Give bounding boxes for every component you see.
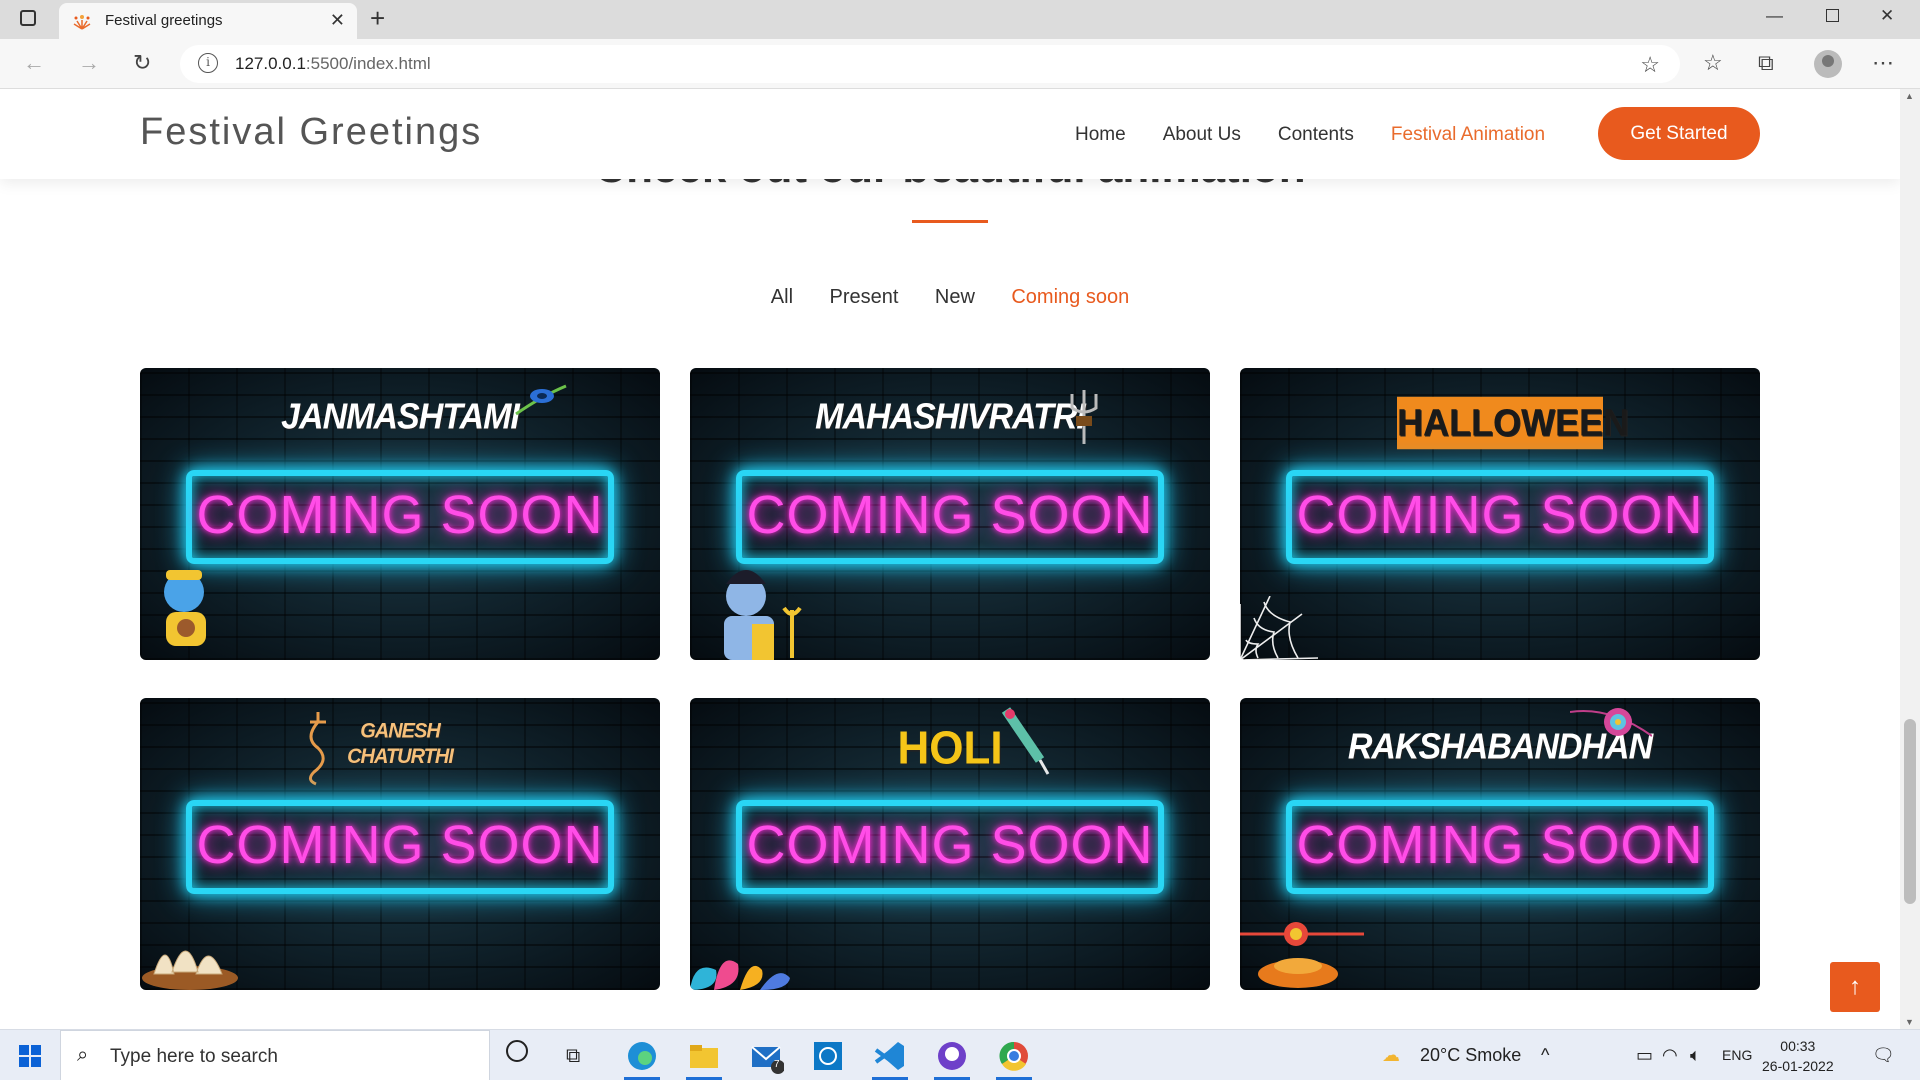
filter-new[interactable]: New bbox=[935, 286, 975, 309]
nav-about-us[interactable]: About Us bbox=[1163, 124, 1241, 146]
coming-soon-banner: COMING SOON bbox=[1286, 800, 1714, 894]
filter-coming-soon[interactable]: Coming soon bbox=[1011, 286, 1129, 309]
shiva-icon bbox=[724, 570, 802, 660]
browser-tabbar: Festival greetings ✕ + — ✕ bbox=[0, 0, 1920, 39]
card-mahashivratri[interactable]: MAHASHIVRATRI COMING SOON bbox=[690, 368, 1210, 660]
tab-close-icon[interactable]: ✕ bbox=[330, 10, 345, 31]
weather-icon[interactable]: ☁ bbox=[1382, 1045, 1400, 1066]
main-nav: Home About Us Contents Festival Animatio… bbox=[1075, 124, 1545, 146]
card-holi[interactable]: HOLI COMING SOON bbox=[690, 698, 1210, 990]
windows-taskbar: ⌕ Type here to search ⧉ 7 ☁ 20°C Smoke ^… bbox=[0, 1029, 1920, 1080]
coming-soon-banner: COMING SOON bbox=[736, 470, 1164, 564]
vscode-app-icon[interactable] bbox=[872, 1038, 908, 1074]
site-header: Festival Greetings Home About Us Content… bbox=[0, 89, 1900, 179]
filter-present[interactable]: Present bbox=[829, 286, 898, 309]
page-scrollbar[interactable]: ▲ ▼ bbox=[1900, 89, 1920, 1029]
task-view-icon[interactable]: ⧉ bbox=[566, 1045, 580, 1068]
cortana-icon[interactable] bbox=[506, 1040, 528, 1062]
scroll-down-arrow-icon[interactable]: ▼ bbox=[1905, 1017, 1914, 1027]
language-indicator[interactable]: ENG bbox=[1722, 1047, 1752, 1063]
card-title: MAHASHIVRATRI bbox=[815, 397, 1086, 437]
clock[interactable]: 00:33 26-01-2022 bbox=[1762, 1036, 1834, 1076]
get-started-button[interactable]: Get Started bbox=[1598, 107, 1760, 160]
fireworks-icon bbox=[73, 15, 91, 30]
more-menu-icon[interactable]: ⋯ bbox=[1872, 50, 1894, 76]
nav-festival-animation[interactable]: Festival Animation bbox=[1391, 124, 1545, 146]
filter-all[interactable]: All bbox=[771, 286, 793, 309]
card-title: RAKSHABANDHAN bbox=[1347, 727, 1653, 767]
tab-actions-icon[interactable] bbox=[20, 10, 36, 26]
github-app-icon[interactable] bbox=[934, 1038, 970, 1074]
favorites-icon[interactable]: ☆ bbox=[1703, 50, 1723, 76]
address-bar-row: ← → ↻ i 127.0.0.1:5500/index.html ☆ ☆ ⧉ … bbox=[0, 39, 1920, 89]
edge-app-icon[interactable] bbox=[624, 1038, 660, 1074]
card-rakshabandhan[interactable]: RAKSHABANDHAN COMING SOON bbox=[1240, 698, 1760, 990]
wifi-icon[interactable]: ◠ bbox=[1662, 1045, 1678, 1066]
reload-icon[interactable]: ↻ bbox=[133, 50, 151, 76]
coming-soon-banner: COMING SOON bbox=[736, 800, 1164, 894]
coming-soon-banner: COMING SOON bbox=[186, 800, 614, 894]
scroll-thumb[interactable] bbox=[1904, 719, 1916, 904]
chrome-app-icon[interactable] bbox=[996, 1038, 1032, 1074]
card-halloween[interactable]: HALLOWEEN COMING SOON bbox=[1240, 368, 1760, 660]
pichkari-icon bbox=[1001, 707, 1050, 775]
add-favorite-icon[interactable]: ☆ bbox=[1640, 52, 1660, 78]
screen: Festival greetings ✕ + — ✕ ← → ↻ i 127.0… bbox=[0, 0, 1920, 1080]
trident-icon bbox=[1070, 390, 1098, 444]
clock-date: 26-01-2022 bbox=[1762, 1058, 1834, 1074]
nav-home[interactable]: Home bbox=[1075, 124, 1126, 146]
volume-icon[interactable]: 🔈︎ bbox=[1690, 1045, 1701, 1066]
notifications-icon[interactable]: 🗨︎ bbox=[1872, 1045, 1895, 1066]
web-page: Check out our beautiful animation Festiv… bbox=[0, 89, 1900, 1029]
puja-thali-icon bbox=[1240, 922, 1364, 988]
modak-icon bbox=[142, 950, 238, 990]
minimize-icon[interactable]: — bbox=[1766, 6, 1783, 26]
search-placeholder: Type here to search bbox=[110, 1046, 278, 1067]
weather-text[interactable]: 20°C Smoke bbox=[1420, 1045, 1521, 1066]
card-title: HALLOWEEN bbox=[1397, 396, 1629, 450]
restore-icon[interactable] bbox=[1826, 9, 1839, 22]
card-ganesh-chaturthi[interactable]: GANESH CHATURTHI COMING SOON bbox=[140, 698, 660, 990]
show-hidden-icons-icon[interactable]: ^ bbox=[1541, 1045, 1549, 1066]
url-field[interactable]: i 127.0.0.1:5500/index.html ☆ bbox=[180, 45, 1680, 83]
title-underline bbox=[912, 220, 988, 223]
ganesha-symbol-icon bbox=[309, 712, 326, 786]
coming-soon-banner: COMING SOON bbox=[1286, 470, 1714, 564]
collections-icon[interactable]: ⧉ bbox=[1758, 50, 1774, 76]
profile-avatar[interactable] bbox=[1814, 50, 1842, 78]
peacock-feather-icon bbox=[515, 384, 567, 416]
scroll-to-top-button[interactable]: ↑ bbox=[1830, 962, 1880, 1012]
card-title: JANMASHTAMI bbox=[281, 397, 520, 437]
scroll-up-arrow-icon[interactable]: ▲ bbox=[1905, 91, 1914, 101]
rakhi-icon bbox=[1570, 708, 1652, 737]
tab-title: Festival greetings bbox=[105, 12, 223, 29]
card-title: GANESH CHATURTHI bbox=[347, 719, 454, 769]
search-icon: ⌕ bbox=[77, 1044, 89, 1066]
card-title: HOLI bbox=[897, 722, 1003, 775]
mail-badge: 7 bbox=[774, 1059, 780, 1070]
card-janmashtami[interactable]: JANMASHTAMI COMING SOON bbox=[140, 368, 660, 660]
nav-contents[interactable]: Contents bbox=[1278, 124, 1354, 146]
color-splash-icon bbox=[690, 960, 790, 990]
url-text: 127.0.0.1:5500/index.html bbox=[235, 54, 431, 73]
windows-start-icon[interactable] bbox=[19, 1045, 41, 1067]
battery-icon[interactable]: ▭ bbox=[1636, 1045, 1653, 1066]
window-close-icon[interactable]: ✕ bbox=[1880, 6, 1894, 26]
site-info-icon[interactable]: i bbox=[198, 53, 218, 73]
forward-icon[interactable]: → bbox=[78, 50, 100, 76]
coming-soon-banner: COMING SOON bbox=[186, 470, 614, 564]
mail-app-icon[interactable]: 7 bbox=[748, 1038, 785, 1074]
browser-tab[interactable]: Festival greetings ✕ bbox=[59, 3, 357, 39]
taskbar-search[interactable]: ⌕ Type here to search bbox=[60, 1030, 490, 1080]
site-logo[interactable]: Festival Greetings bbox=[140, 111, 482, 154]
spider-web-icon bbox=[1240, 596, 1319, 660]
new-tab-icon[interactable]: + bbox=[370, 3, 385, 34]
clock-time: 00:33 bbox=[1780, 1038, 1816, 1054]
dell-app-icon[interactable] bbox=[810, 1038, 846, 1074]
krishna-icon bbox=[164, 570, 206, 646]
back-icon[interactable]: ← bbox=[23, 50, 45, 76]
file-explorer-icon[interactable] bbox=[686, 1038, 722, 1074]
filter-tabs: All Present New Coming soon bbox=[0, 286, 1900, 309]
